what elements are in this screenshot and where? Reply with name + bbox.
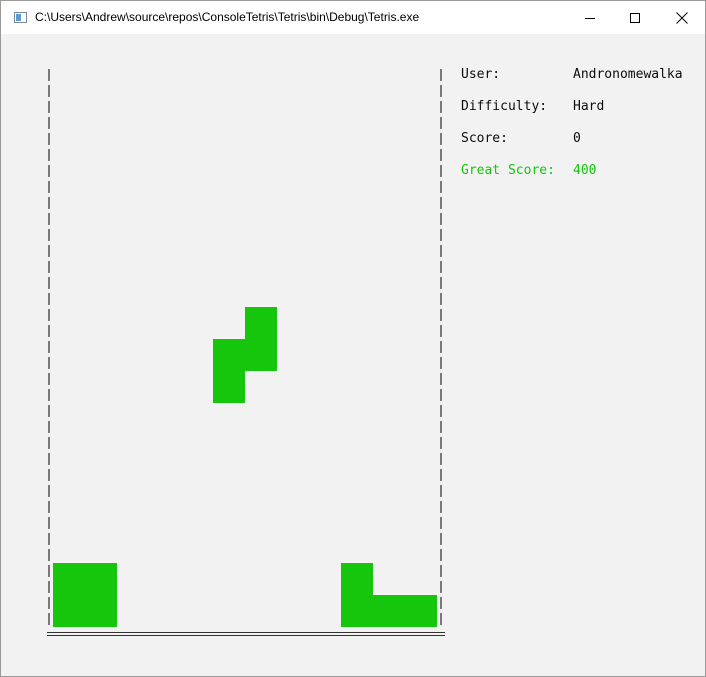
playfield-floor [47, 630, 445, 640]
maximize-button[interactable] [613, 1, 659, 34]
user-value: Andronomewalka [573, 67, 683, 82]
title-bar[interactable]: C:\Users\Andrew\source\repos\ConsoleTetr… [1, 1, 705, 34]
minimize-button[interactable] [567, 1, 613, 34]
close-button[interactable] [659, 1, 705, 34]
difficulty-label: Difficulty: [461, 99, 548, 114]
block [245, 307, 277, 339]
window-title: C:\Users\Andrew\source\repos\ConsoleTetr… [35, 10, 420, 24]
playfield-right-wall [440, 69, 442, 627]
app-icon[interactable] [14, 12, 27, 23]
user-label: User: [461, 67, 501, 82]
score-label: Score: [461, 131, 508, 146]
console-window: C:\Users\Andrew\source\repos\ConsoleTetr… [0, 0, 706, 677]
block [373, 595, 437, 627]
difficulty-value: Hard [573, 99, 605, 114]
block [213, 371, 245, 403]
playfield-left-wall [48, 69, 50, 627]
great-score-label: Great Score: [461, 163, 555, 178]
block [341, 563, 373, 627]
close-icon [676, 12, 688, 24]
score-value: 0 [573, 131, 581, 146]
console-area: User: Andronomewalka Difficulty: Hard Sc… [1, 35, 705, 676]
block [53, 563, 117, 627]
block [213, 339, 277, 371]
great-score-value: 400 [573, 163, 597, 178]
